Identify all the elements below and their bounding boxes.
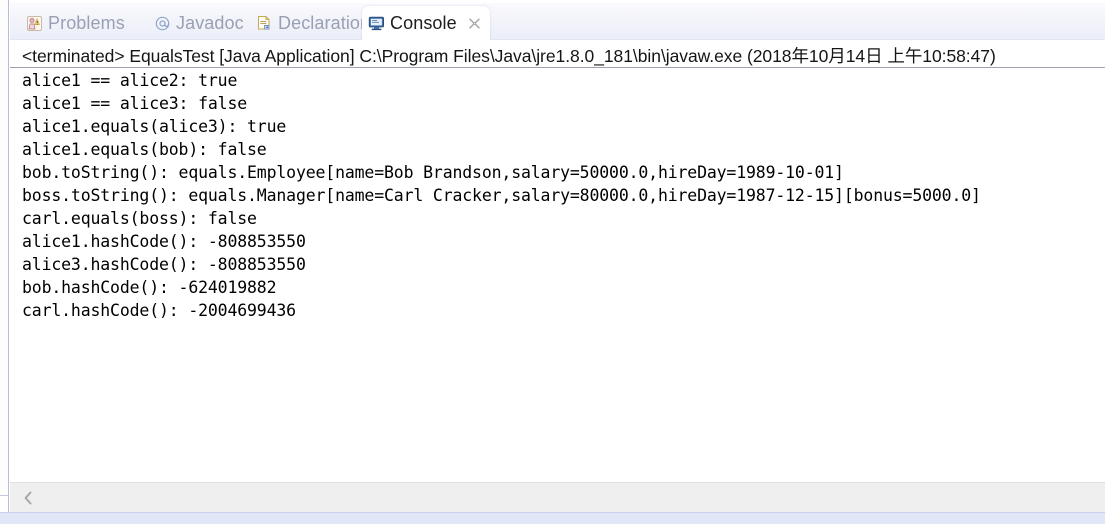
tab-problems-label: Problems	[48, 12, 125, 33]
tab-console[interactable]: Console	[362, 6, 490, 40]
tab-javadoc[interactable]: Javadoc	[148, 6, 252, 40]
tab-declaration-label: Declaration	[278, 12, 371, 33]
console-output-area[interactable]: alice1 == alice2: true alice1 == alice3:…	[10, 69, 1105, 481]
tab-problems[interactable]: Problems	[20, 6, 133, 40]
close-icon[interactable]	[467, 16, 482, 31]
eclipse-console-view: Problems Javadoc Declaration Console <te…	[0, 0, 1105, 524]
tab-bar-top-highlight	[10, 0, 1105, 3]
console-output-text: alice1 == alice2: true alice1 == alice3:…	[22, 71, 981, 320]
tab-declaration[interactable]: Declaration	[250, 6, 378, 40]
launch-configuration-header-text: <terminated> EqualsTest [Java Applicatio…	[22, 46, 996, 66]
adjacent-view-edge-inner	[0, 0, 8, 496]
console-monitor-icon	[368, 15, 385, 32]
status-strip	[0, 512, 1105, 524]
javadoc-at-icon	[154, 15, 171, 32]
declaration-icon	[256, 15, 273, 32]
console-panel: Problems Javadoc Declaration Console <te…	[10, 0, 1105, 524]
scroll-left-arrow-icon[interactable]	[16, 483, 40, 512]
problems-icon	[26, 15, 43, 32]
tab-javadoc-label: Javadoc	[176, 12, 244, 33]
adjacent-view-edge	[0, 0, 9, 524]
launch-configuration-header: <terminated> EqualsTest [Java Applicatio…	[10, 40, 1105, 68]
view-tab-bar: Problems Javadoc Declaration Console	[10, 0, 1105, 40]
horizontal-scrollbar[interactable]	[10, 482, 1105, 512]
tab-console-label: Console	[390, 12, 457, 33]
